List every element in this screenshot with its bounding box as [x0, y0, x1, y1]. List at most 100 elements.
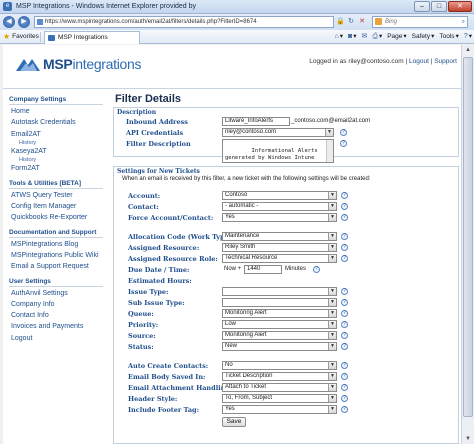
help-icon[interactable]: ? [341, 244, 348, 251]
assigned-resource-role-select[interactable]: Technical Resource ▼ [222, 254, 337, 263]
help-icon[interactable]: ? [313, 266, 320, 273]
maximize-button[interactable]: □ [431, 1, 447, 12]
minimize-button[interactable]: – [414, 1, 430, 12]
help-menu[interactable]: ? ▾ [464, 32, 472, 42]
help-icon[interactable]: ? [341, 395, 348, 402]
due-date-minutes-input[interactable]: 1440 [244, 265, 282, 274]
sidebar-subitem-kaseya2at-history[interactable]: History [19, 157, 36, 163]
help-icon[interactable]: ? [341, 373, 348, 380]
tools-menu-label: Tools [439, 33, 455, 40]
status-select[interactable]: New ▼ [222, 342, 337, 351]
search-input[interactable]: Bing ⌕ [372, 16, 468, 28]
allocation-code-select[interactable]: Maintenance ▼ [222, 232, 337, 241]
sidebar-item-home[interactable]: Home [11, 108, 30, 115]
header-style-select[interactable]: To, From, Subject ▼ [222, 394, 337, 403]
support-link[interactable]: Support [434, 58, 457, 65]
help-icon[interactable]: ? [341, 384, 348, 391]
sidebar-item-form2at[interactable]: Form2AT [11, 165, 40, 172]
filter-description-textarea[interactable]: Informational Alerts generated by Window… [222, 139, 334, 163]
help-icon[interactable]: ? [340, 129, 347, 136]
favorites-button[interactable]: ★ Favorites [3, 32, 39, 42]
sidebar-item-contact-info[interactable]: Contact Info [11, 312, 49, 319]
safety-menu[interactable]: Safety ▾ [412, 32, 435, 42]
help-icon[interactable]: ? [341, 332, 348, 339]
filter-description-label: Filter Description [126, 140, 191, 148]
estimated-hours-label: Estimated Hours: [128, 277, 192, 285]
sidebar-item-logout[interactable]: Logout [11, 335, 32, 342]
queue-select[interactable]: Monitoring Alert ▼ [222, 309, 337, 318]
force-account-contact-select[interactable]: Yes ▼ [222, 213, 337, 222]
sidebar-item-public-wiki[interactable]: MSPintegrations Public Wiki [11, 252, 99, 259]
tools-menu[interactable]: Tools ▾ [439, 32, 458, 42]
contact-select[interactable]: - automatic - ▼ [222, 202, 337, 211]
search-icon[interactable]: ⌕ [462, 17, 465, 27]
assigned-resource-select[interactable]: Riley Smith ▼ [222, 243, 337, 252]
help-icon[interactable]: ? [341, 214, 348, 221]
stop-icon[interactable]: ✕ [358, 17, 366, 26]
dropdown-arrow-icon: ▼ [328, 288, 336, 295]
auto-create-contacts-select[interactable]: No ▼ [222, 361, 337, 370]
help-icon[interactable]: ? [340, 140, 347, 147]
lock-icon[interactable]: 🔒 [336, 17, 345, 26]
scrollbar-thumb[interactable] [463, 57, 473, 417]
sidebar-subitem-email2at-history[interactable]: History [19, 140, 36, 146]
priority-select[interactable]: Low ▼ [222, 320, 337, 329]
sidebar-item-authanvil-settings[interactable]: AuthAnvil Settings [11, 290, 68, 297]
help-icon[interactable]: ? [341, 406, 348, 413]
sidebar-item-blog[interactable]: MSPintegrations Blog [11, 241, 78, 248]
account-select[interactable]: Contoso ▼ [222, 191, 337, 200]
auto-create-contacts-label: Auto Create Contacts: [128, 362, 209, 370]
email-attachment-handling-select[interactable]: Attach to Ticket ▼ [222, 383, 337, 392]
url-field[interactable]: https://www.mspintegrations.com/auth/ema… [34, 16, 334, 28]
refresh-icon[interactable]: ↻ [347, 17, 355, 26]
favorites-star-icon: ★ [3, 32, 11, 41]
sidebar-item-company-info[interactable]: Company Info [11, 301, 55, 308]
sidebar-item-kaseya2at[interactable]: Kaseya2AT [11, 148, 47, 155]
sub-issue-type-select[interactable]: ▼ [222, 298, 337, 307]
site-logo[interactable]: MSPintegrations [15, 55, 142, 73]
sidebar-item-email2at[interactable]: Email2AT [11, 131, 41, 138]
dropdown-arrow-icon: ▼ [328, 321, 336, 328]
page-scrollbar[interactable]: ▲ ▼ [461, 45, 474, 444]
close-button[interactable]: ✕ [448, 1, 472, 12]
api-credentials-select[interactable]: riley@contoso.com ▼ [222, 128, 334, 137]
help-icon[interactable]: ? [341, 192, 348, 199]
source-select[interactable]: Monitoring Alert ▼ [222, 331, 337, 340]
help-icon[interactable]: ? [341, 343, 348, 350]
help-icon[interactable]: ? [341, 310, 348, 317]
feeds-button[interactable]: ◙ ▾ [348, 32, 357, 42]
email-body-saved-in-select[interactable]: Ticket Description ▼ [222, 372, 337, 381]
back-icon[interactable]: ◀ [3, 16, 15, 28]
home-button[interactable]: ⌂ ▾ [334, 32, 343, 42]
sidebar-item-support-request[interactable]: Email a Support Request [11, 263, 89, 270]
sidebar-heading-company-settings: Company Settings [9, 96, 103, 105]
source-value: Monitoring Alert [225, 332, 267, 338]
sidebar-item-config-item-manager[interactable]: Config Item Manager [11, 203, 76, 210]
mail-button[interactable]: ✉ [361, 32, 367, 42]
priority-label: Priority: [128, 321, 159, 329]
help-icon[interactable]: ? [341, 321, 348, 328]
tab-msp-integrations[interactable]: MSP Integrations [44, 31, 140, 44]
issue-type-select[interactable]: ▼ [222, 287, 337, 296]
help-icon[interactable]: ? [341, 255, 348, 262]
textarea-scrollbar[interactable] [326, 140, 333, 162]
inbound-address-field[interactable]: Litware_InfoAlerts [222, 117, 290, 126]
help-icon[interactable]: ? [341, 299, 348, 306]
forward-icon[interactable]: ▶ [18, 16, 30, 28]
print-button[interactable]: ⎙ ▾ [372, 32, 382, 42]
help-icon[interactable]: ? [341, 203, 348, 210]
include-footer-tag-select[interactable]: Yes ▼ [222, 405, 337, 414]
scroll-up-icon[interactable]: ▲ [462, 45, 474, 55]
sidebar-item-autotask-credentials[interactable]: Autotask Credentials [11, 119, 76, 126]
help-icon[interactable]: ? [341, 233, 348, 240]
url-text: https://www.mspintegrations.com/auth/ema… [45, 19, 257, 25]
sidebar-item-invoices-payments[interactable]: Invoices and Payments [11, 323, 83, 330]
sidebar-item-atws-query-tester[interactable]: ATWS Query Tester [11, 192, 73, 199]
help-icon[interactable]: ? [341, 362, 348, 369]
help-icon[interactable]: ? [341, 288, 348, 295]
page-menu[interactable]: Page ▾ [387, 32, 406, 42]
save-button[interactable]: Save [222, 417, 246, 427]
sidebar-item-quickbooks-re-exporter[interactable]: Quickbooks Re-Exporter [11, 214, 87, 221]
logout-link[interactable]: Logout [409, 58, 429, 65]
scroll-down-icon[interactable]: ▼ [462, 434, 474, 444]
